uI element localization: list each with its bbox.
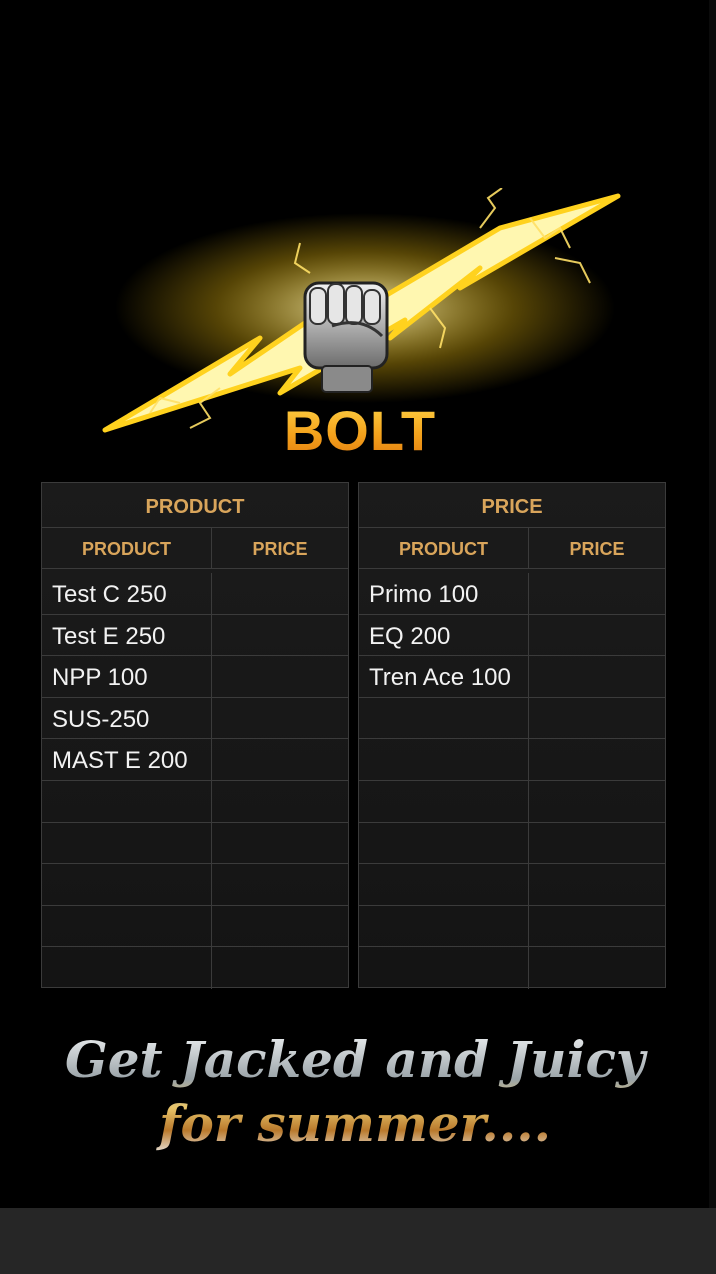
column-header-price: PRICE — [569, 539, 625, 559]
table-row — [42, 822, 348, 865]
price-table-left: PRODUCT PRODUCT PRICE Test C 250 Test E … — [41, 482, 349, 989]
table-row — [42, 947, 348, 989]
product-cell: Test C 250 — [42, 573, 212, 614]
table-title: PRODUCT — [42, 483, 348, 528]
tagline: Get Jacked and Juicy for summer.... — [30, 1028, 680, 1156]
price-cell — [212, 656, 348, 697]
price-cell — [212, 823, 348, 864]
table-row: NPP 100 — [42, 656, 348, 698]
product-cell — [359, 739, 529, 780]
table-title: PRICE — [359, 483, 665, 528]
product-cell: SUS-250 — [42, 697, 212, 739]
product-cell — [359, 905, 529, 947]
table-row — [42, 864, 348, 906]
price-cell — [529, 781, 665, 822]
column-header-product: PRODUCT — [42, 528, 212, 568]
poster: BOLT PRODUCT PRODUCT PRICE Test C 250 Te… — [0, 0, 709, 1208]
price-cell — [529, 698, 665, 739]
table-row — [359, 947, 665, 989]
price-cell — [212, 739, 348, 780]
product-cell: EQ 200 — [359, 614, 529, 656]
table-row — [359, 697, 665, 740]
product-cell — [42, 947, 212, 989]
price-cell — [529, 947, 665, 989]
column-header-product: PRODUCT — [359, 528, 529, 568]
table-row — [359, 780, 665, 823]
product-cell — [359, 780, 529, 822]
table-row: Primo 100 — [359, 573, 665, 615]
price-cell — [529, 906, 665, 947]
table-row — [359, 905, 665, 948]
table-row: SUS-250 — [42, 697, 348, 740]
price-cell — [212, 573, 348, 614]
price-cell — [529, 656, 665, 697]
price-table-right: PRICE PRODUCT PRICE Primo 100 EQ 200 Tre… — [358, 482, 666, 989]
bottom-bar — [0, 1208, 716, 1274]
price-cell — [529, 615, 665, 656]
price-cell — [212, 698, 348, 739]
table-row: Tren Ace 100 — [359, 656, 665, 698]
column-header-price: PRICE — [252, 539, 308, 559]
product-cell — [42, 780, 212, 822]
product-cell: Test E 250 — [42, 614, 212, 656]
table-row — [359, 822, 665, 865]
product-cell — [359, 697, 529, 739]
tagline-line-2: for summer.... — [158, 1094, 552, 1153]
table-row: MAST E 200 — [42, 739, 348, 781]
table-row: Test C 250 — [42, 573, 348, 615]
table-header: PRODUCT PRICE — [42, 528, 348, 569]
right-edge-strip — [709, 0, 716, 1208]
price-cell — [212, 615, 348, 656]
price-cell — [529, 864, 665, 905]
product-cell: MAST E 200 — [42, 739, 212, 780]
price-cell — [529, 573, 665, 614]
product-cell — [359, 947, 529, 989]
product-cell: NPP 100 — [42, 656, 212, 697]
table-row — [359, 864, 665, 906]
table-row: EQ 200 — [359, 614, 665, 657]
product-cell — [42, 864, 212, 905]
table-header: PRODUCT PRICE — [359, 528, 665, 569]
table-row — [42, 780, 348, 823]
product-cell: Primo 100 — [359, 573, 529, 614]
price-cell — [212, 781, 348, 822]
table-row — [359, 739, 665, 781]
product-cell — [359, 864, 529, 905]
tagline-line-1: Get Jacked and Juicy — [65, 1030, 645, 1089]
table-row: Test E 250 — [42, 614, 348, 657]
price-cell — [212, 864, 348, 905]
price-cell — [212, 947, 348, 989]
price-cell — [212, 906, 348, 947]
product-cell — [359, 822, 529, 864]
product-cell: Tren Ace 100 — [359, 656, 529, 697]
brand-name: BOLT — [240, 398, 480, 464]
price-cell — [529, 823, 665, 864]
price-cell — [529, 739, 665, 780]
product-cell — [42, 905, 212, 947]
table-row — [42, 905, 348, 948]
product-cell — [42, 822, 212, 864]
